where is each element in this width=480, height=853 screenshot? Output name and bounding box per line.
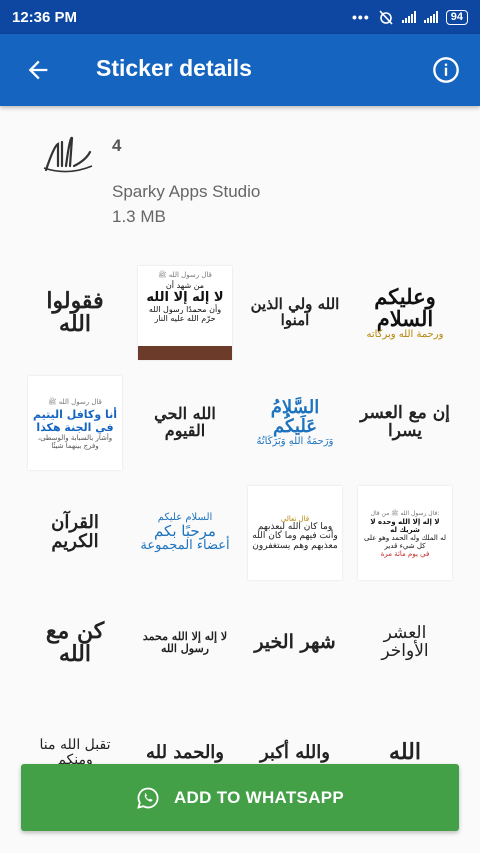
sticker-line1: من شهد أن [165, 281, 205, 290]
sticker-grid: فقولوا الله قال رسول الله ﷺ من شهد أن لا… [20, 258, 460, 767]
sticker-line2: وأن محمدًا رسول الله [148, 305, 222, 314]
sticker-8[interactable]: إن مع العسر يسرا [350, 368, 460, 478]
alarm-off-icon [379, 10, 393, 25]
sticker-line2: وأشار بالسبابة والوسطى، وفرج بينهما شيئً… [37, 433, 113, 450]
sticker-line2: له الملك وله الحمد وهو على كل شيء قدير [364, 533, 446, 550]
sticker-12[interactable]: قال رسول الله ﷺ من قال: لا إله إلا الله … [350, 478, 460, 588]
sticker-header: قال رسول الله ﷺ من قال: [370, 509, 440, 517]
status-bar: 12:36 PM ••• 94 [0, 0, 480, 34]
sticker-13[interactable]: كن مع الله [20, 588, 130, 698]
sticker-text: القرآن الكريم [51, 512, 99, 552]
sticker-text: فقولوا الله [46, 287, 104, 337]
sticker-line2: وَرَحمَةُ اللهِ وَبَرَكَاتُهُ [256, 435, 334, 447]
sticker-text: إن مع العسر يسرا [360, 403, 450, 441]
battery-indicator: 94 [445, 9, 468, 25]
sticker-6[interactable]: الله الحي القيوم [130, 368, 240, 478]
sticker-text: لا إله إلا الله محمد رسول الله [142, 630, 228, 655]
sticker-3[interactable]: الله ولي الذين آمنوا [240, 258, 350, 368]
sticker-10[interactable]: السلام عليكم مرحبًا بكم أعضاء المجموعة [130, 478, 240, 588]
pack-size: 1.3 MB [112, 207, 166, 226]
sticker-line3: معذبهم وهم يستغفرون [252, 540, 338, 551]
whatsapp-icon [137, 787, 159, 809]
status-icons: ••• 94 [352, 9, 468, 25]
sticker-line2: ورحمة الله وبركاته [366, 328, 444, 340]
sticker-line3: حرّم الله عليه النار [154, 314, 216, 323]
sticker-7[interactable]: السَّلامُ عَلَيكُم وَرَحمَةُ اللهِ وَبَر… [240, 368, 350, 478]
app-bar: Sticker details [0, 34, 480, 106]
more-dots-icon: ••• [352, 9, 370, 25]
sticker-header: قال رسول الله ﷺ [48, 397, 102, 406]
sticker-header: قال رسول الله ﷺ [158, 271, 212, 279]
sticker-text: العشر الأواخر [381, 623, 429, 661]
add-button-label: ADD TO WHATSAPP [173, 787, 345, 807]
info-icon[interactable] [432, 56, 460, 84]
sticker-4[interactable]: وعليكم السلام ورحمة الله وبركاته [350, 258, 460, 368]
add-to-whatsapp-button[interactable]: ADD TO WHATSAPP [21, 764, 459, 831]
sticker-text: لا إله إلا الله وحده لا شريك له [370, 517, 440, 534]
sticker-text: كن مع الله [45, 617, 105, 667]
signal-icon-2 [423, 11, 438, 23]
sticker-2[interactable]: قال رسول الله ﷺ من شهد أن لا إله إلا الل… [130, 258, 240, 368]
sticker-text: الله الحي القيوم [154, 404, 216, 440]
sticker-text: وعليكم السلام [374, 283, 436, 331]
pack-publisher: Sparky Apps Studio [112, 182, 261, 201]
sticker-text: السَّلامُ عَلَيكُم [270, 396, 320, 437]
status-time: 12:36 PM [12, 8, 78, 26]
tray-icon [40, 126, 96, 182]
sticker-text: لا إله إلا الله [146, 290, 224, 305]
pack-name: 4 [112, 136, 122, 155]
signal-icon-1 [401, 11, 416, 23]
sticker-line3: أعضاء المجموعة [140, 538, 230, 554]
sticker-line2: مرحبًا بكم [154, 521, 216, 540]
sticker-5[interactable]: قال رسول الله ﷺ أنا وكافل اليتيم في الجن… [20, 368, 130, 478]
sticker-1[interactable]: فقولوا الله [20, 258, 130, 368]
sticker-9[interactable]: القرآن الكريم [20, 478, 130, 588]
sticker-11[interactable]: قال تعالى وما كان الله ليعذبهم وأنت فيهم… [240, 478, 350, 588]
page-title: Sticker details [96, 55, 252, 81]
sticker-15[interactable]: شهر الخير [240, 588, 350, 698]
sticker-text: شهر الخير [254, 631, 336, 654]
sticker-text: الله ولي الذين آمنوا [250, 295, 340, 329]
sticker-line3: في يوم مائة مرة [380, 549, 430, 558]
sticker-16[interactable]: العشر الأواخر [350, 588, 460, 698]
sticker-text: أنا وكافل اليتيم في الجنة هكذا [32, 407, 118, 434]
arrow-back-icon[interactable] [24, 56, 52, 84]
sticker-14[interactable]: لا إله إلا الله محمد رسول الله [130, 588, 240, 698]
